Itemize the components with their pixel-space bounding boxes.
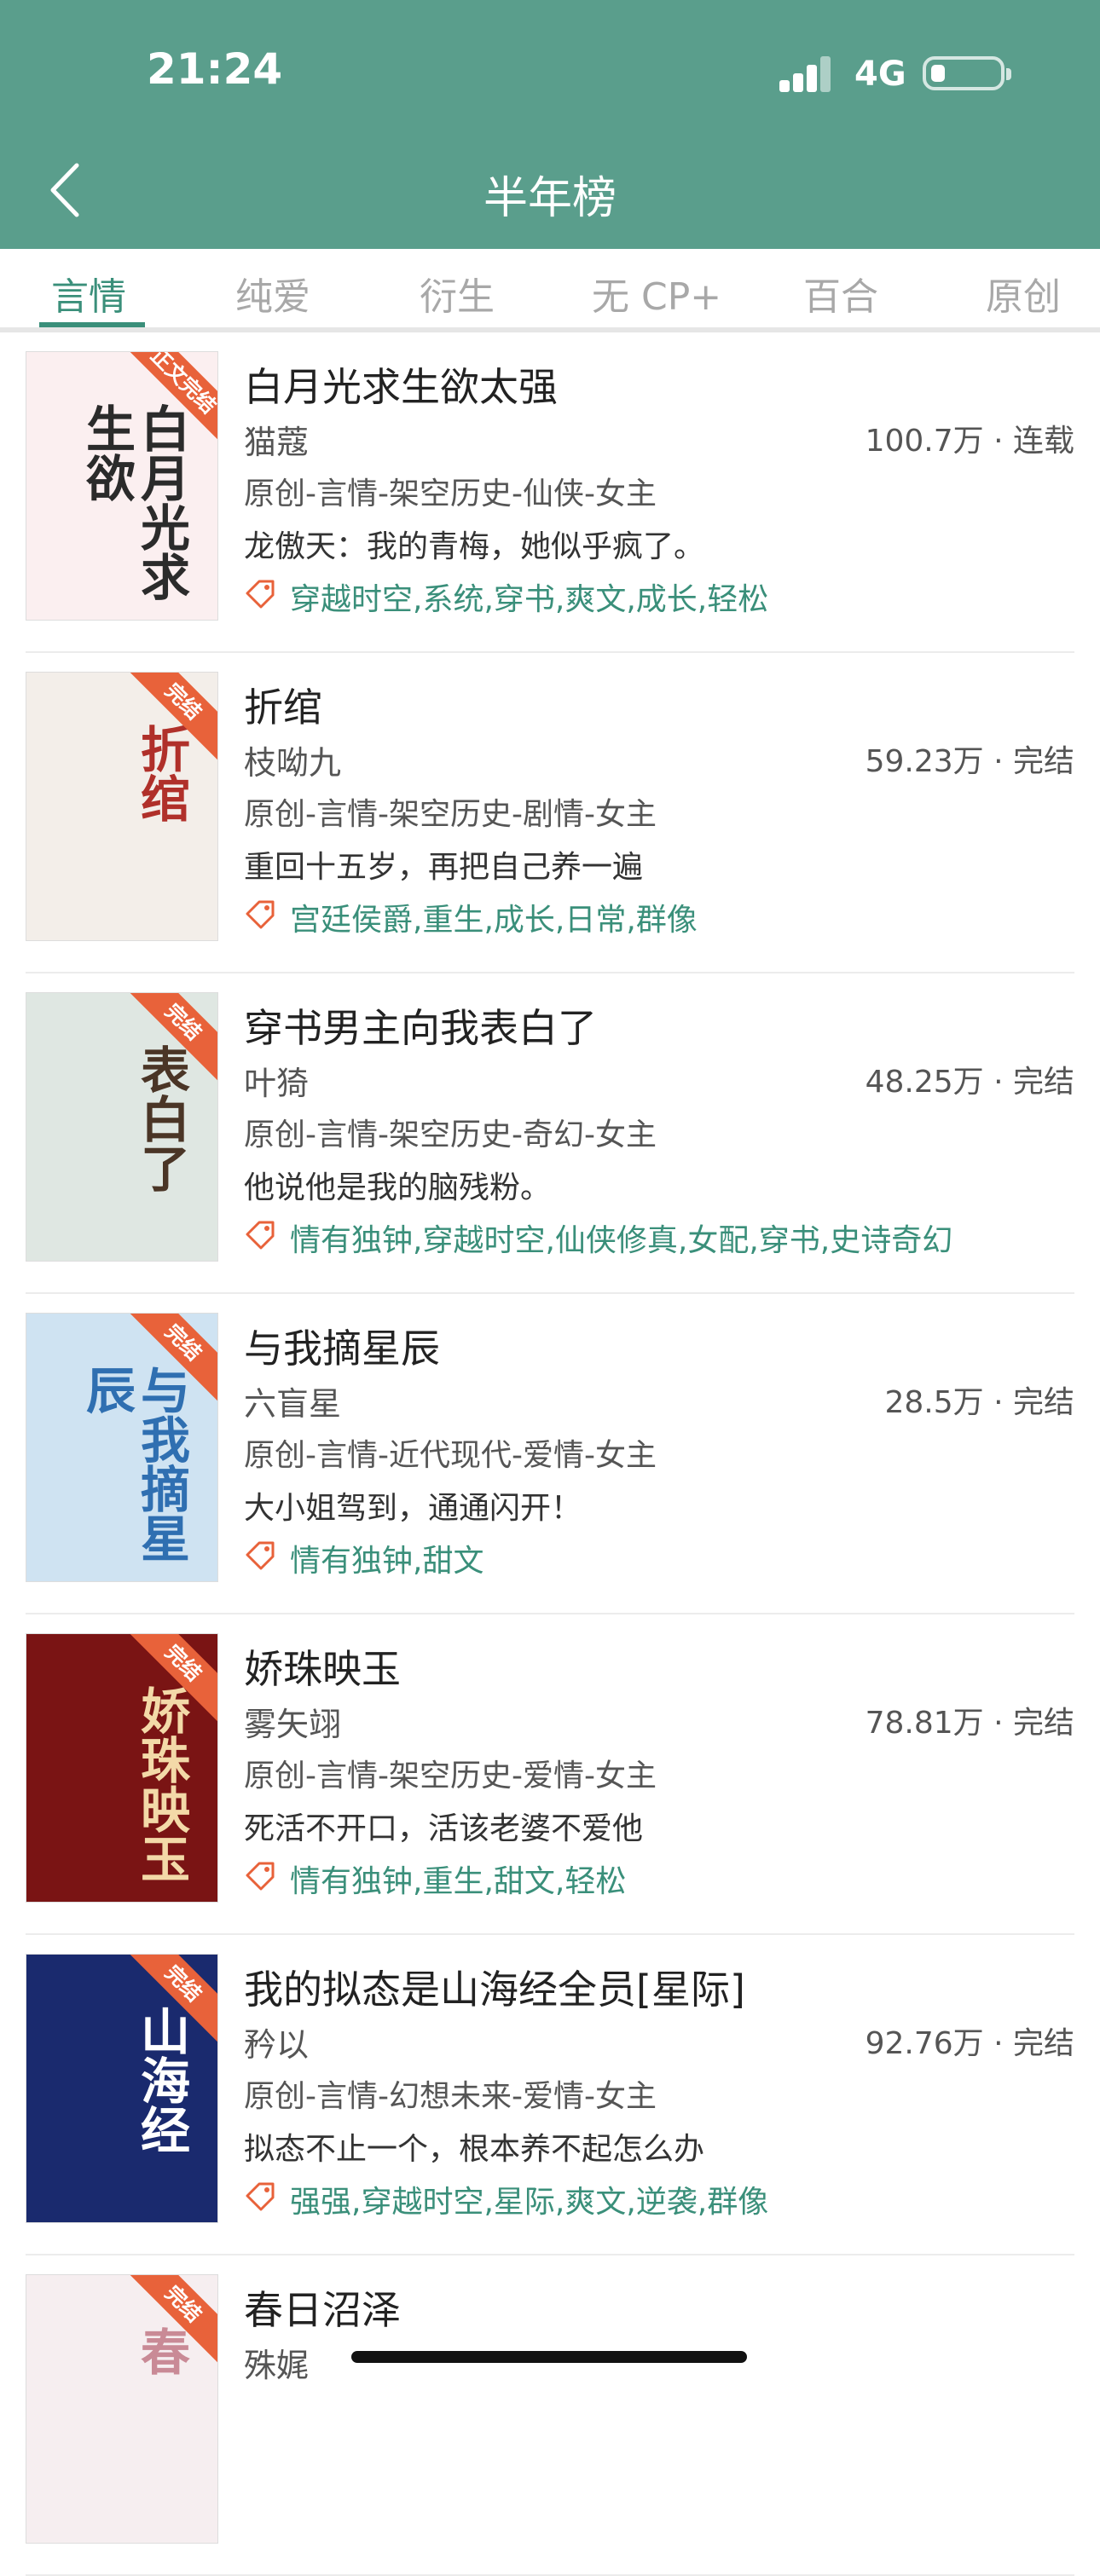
- cover-title: 折绾: [132, 724, 190, 823]
- tab-baihe[interactable]: 百合: [803, 266, 878, 321]
- book-genre: 原创-言情-架空历史-奇幻-女主: [244, 1118, 657, 1152]
- tab-yanqing[interactable]: 言情: [51, 266, 126, 321]
- book-stats: 59.23万 · 完结: [865, 744, 1074, 779]
- book-cover: 白月光求生欲 正文完结: [26, 351, 218, 621]
- book-item[interactable]: 娇珠映玉 完结 娇珠映玉 雾矢翊 78.81万 · 完结 原创-言情-架空历史-爱情-女主…: [0, 1614, 1100, 1935]
- tab-chunai[interactable]: 纯爱: [235, 266, 310, 321]
- book-tags-text: 宫廷侯爵,重生,成长,日常,群像: [290, 903, 698, 938]
- book-item[interactable]: 折绾 完结 折绾 枝呦九 59.23万 · 完结 原创-言情-架空历史-剧情-女主 重回十五…: [0, 653, 1100, 973]
- book-author[interactable]: 枝呦九: [244, 736, 341, 783]
- page-title: 半年榜: [483, 173, 617, 224]
- cover-title: 娇珠映玉: [132, 1685, 190, 1883]
- status-time: 21:24: [147, 44, 283, 94]
- signal-icon: [779, 55, 832, 92]
- book-author[interactable]: 雾矢翊: [244, 1698, 341, 1745]
- cover-title: 与我摘星辰: [78, 1365, 190, 1562]
- book-genre: 原创-言情-架空历史-仙侠-女主: [244, 477, 657, 511]
- book-title: 折绾: [244, 684, 322, 731]
- book-description: 重回十五岁，再把自己养一遍: [244, 850, 644, 885]
- battery-icon: [923, 56, 1011, 90]
- book-title: 春日沼泽: [244, 2287, 401, 2333]
- book-tags-text: 情有独钟,重生,甜文,轻松: [290, 1864, 627, 1899]
- book-item[interactable]: 与我摘星辰 完结 与我摘星辰 六盲星 28.5万 · 完结 原创-言情-近代现代-爱情-女…: [0, 1294, 1100, 1614]
- category-tabs: 言情 纯爱 衍生 无 CP+ 百合 原创: [0, 249, 1100, 332]
- book-tags: 情有独钟,甜文: [244, 1536, 483, 1580]
- book-stats: 100.7万 · 连载: [865, 424, 1074, 459]
- book-tags-text: 情有独钟,甜文: [290, 1544, 484, 1579]
- book-genre: 原创-言情-架空历史-剧情-女主: [244, 797, 657, 832]
- book-cover: 折绾 完结: [26, 672, 218, 941]
- cover-title: 山海经: [132, 2006, 190, 2154]
- tag-icon: [244, 1217, 276, 1250]
- book-author[interactable]: 猫蔻: [244, 416, 309, 463]
- book-title: 娇珠映玉: [244, 1646, 401, 1692]
- book-description: 大小姐驾到，通通闪开！: [244, 1491, 582, 1526]
- app-header: 21:24 4G 半年榜: [0, 0, 1100, 249]
- book-author[interactable]: 六盲星: [244, 1378, 341, 1424]
- book-description: 拟态不止一个，根本养不起怎么办: [244, 2132, 705, 2167]
- book-description: 死活不开口，活该老婆不爱他: [244, 1811, 644, 1846]
- book-tags: 宫廷侯爵,重生,成长,日常,群像: [244, 895, 698, 939]
- home-indicator[interactable]: [351, 2351, 747, 2363]
- tab-no-cp[interactable]: 无 CP+: [592, 266, 721, 321]
- book-cover: 山海经 完结: [26, 1954, 218, 2223]
- network-type: 4G: [854, 55, 906, 94]
- book-tags: 穿越时空,系统,穿书,爽文,成长,轻松: [244, 575, 768, 619]
- book-genre: 原创-言情-幻想未来-爱情-女主: [244, 2079, 657, 2114]
- tag-icon: [244, 576, 276, 609]
- tag-icon: [244, 897, 276, 929]
- tab-yansheng[interactable]: 衍生: [420, 266, 495, 321]
- book-stats: 92.76万 · 完结: [865, 2026, 1074, 2061]
- book-item[interactable]: 春完结 春日沼泽殊娓: [0, 2255, 1100, 2576]
- book-title: 穿书男主向我表白了: [244, 1005, 597, 1051]
- book-description: 龙傲天：我的青梅，她似乎疯了。: [244, 529, 705, 564]
- book-genre: 原创-言情-近代现代-爱情-女主: [244, 1438, 657, 1473]
- book-title: 与我摘星辰: [244, 1326, 440, 1372]
- book-stats: 28.5万 · 完结: [884, 1385, 1075, 1420]
- book-description: 他说他是我的脑残粉。: [244, 1170, 552, 1205]
- book-author[interactable]: 矜以: [244, 2019, 309, 2065]
- active-tab-indicator: [39, 322, 145, 327]
- book-cover: 娇珠映玉 完结: [26, 1633, 218, 1903]
- book-tags: 强强,穿越时空,星际,爽文,逆袭,群像: [244, 2177, 768, 2221]
- book-cover: 与我摘星辰 完结: [26, 1313, 218, 1582]
- cover-title: 春: [132, 2326, 190, 2376]
- book-genre: 原创-言情-架空历史-爱情-女主: [244, 1759, 657, 1793]
- book-tags-text: 情有独钟,穿越时空,仙侠修真,女配,穿书,史诗奇幻: [290, 1223, 953, 1258]
- cover-title: 表白了: [132, 1044, 190, 1193]
- tag-icon: [244, 1538, 276, 1570]
- book-tags-text: 穿越时空,系统,穿书,爽文,成长,轻松: [290, 582, 769, 617]
- book-tags-text: 强强,穿越时空,星际,爽文,逆袭,群像: [290, 2185, 769, 2220]
- book-author[interactable]: 殊娓: [244, 2339, 309, 2386]
- tag-icon: [244, 2179, 276, 2211]
- book-stats: 48.25万 · 完结: [865, 1065, 1074, 1100]
- tab-yuanchuang[interactable]: 原创: [986, 266, 1061, 321]
- book-author[interactable]: 叶猗: [244, 1057, 309, 1104]
- book-item[interactable]: 表白了 完结 穿书男主向我表白了 叶猗 48.25万 · 完结原创-言情-架空历史-奇幻…: [0, 973, 1100, 1294]
- book-cover: 春完结: [26, 2274, 218, 2544]
- cover-title: 白月光求生欲: [78, 403, 190, 601]
- book-stats: 78.81万 · 完结: [865, 1706, 1074, 1741]
- book-cover: 表白了 完结: [26, 992, 218, 1262]
- book-item[interactable]: 山海经 完结 我的拟态是山海经全员[星际] 矜以 92.76万 · 完结原创-言情-幻想…: [0, 1935, 1100, 2255]
- book-item[interactable]: 白月光求生欲 正文完结 白月光求生欲太强 猫蔻 100.7万 · 连载原创-言情-架空历…: [0, 332, 1100, 653]
- book-title: 白月光求生欲太强: [244, 364, 558, 410]
- book-title: 我的拟态是山海经全员[星际]: [244, 1967, 745, 2013]
- tag-icon: [244, 1858, 276, 1891]
- book-tags: 情有独钟,穿越时空,仙侠修真,女配,穿书,史诗奇幻: [244, 1216, 952, 1260]
- book-tags: 情有独钟,重生,甜文,轻松: [244, 1857, 626, 1901]
